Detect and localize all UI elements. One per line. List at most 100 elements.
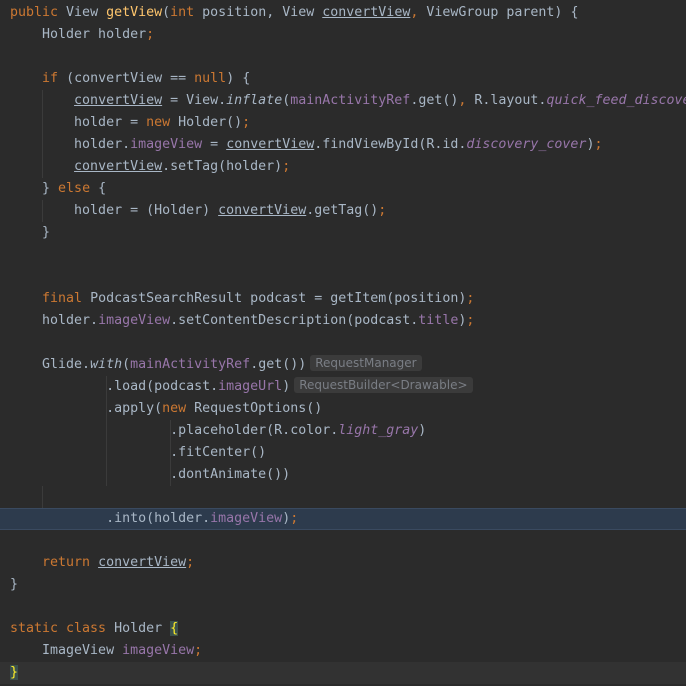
code-token: R.layout. xyxy=(474,93,547,108)
code-token: .findViewById(R.id. xyxy=(314,137,467,152)
code-token: Holder holder xyxy=(10,27,147,42)
code-token: ; xyxy=(466,291,475,306)
code-line[interactable]: Holder holder; xyxy=(0,24,686,46)
code-line[interactable]: .load(podcast.imageUrl) RequestBuilder<Dr… xyxy=(0,376,686,398)
code-token: ; xyxy=(290,511,299,526)
code-line[interactable]: holder.imageView.setContentDescription(p… xyxy=(0,310,686,332)
code-line[interactable]: .placeholder(R.color.light_gray) xyxy=(0,420,686,442)
code-text: .placeholder(R.color.light_gray) xyxy=(10,420,426,442)
code-line[interactable]: holder = new Holder(); xyxy=(0,112,686,134)
code-token: = View. xyxy=(162,93,227,108)
code-token: .into(holder. xyxy=(10,511,211,526)
code-line[interactable]: convertView = View.inflate(mainActivityR… xyxy=(0,90,686,112)
code-token: convertView xyxy=(74,159,163,174)
code-token: { xyxy=(170,621,179,636)
code-line[interactable]: } xyxy=(0,222,686,244)
code-text: .fitCenter() xyxy=(10,442,266,464)
code-token: title xyxy=(418,313,459,328)
code-token: null xyxy=(194,71,227,86)
code-token: holder. xyxy=(10,313,99,328)
code-line[interactable]: .into(holder.imageView); xyxy=(0,508,686,530)
code-token: new xyxy=(146,115,179,130)
code-line[interactable]: return convertView; xyxy=(0,552,686,574)
code-token: Holder() xyxy=(178,115,243,130)
code-token: RequestOptions() xyxy=(194,401,323,416)
code-token: quick_feed_discovery xyxy=(546,93,686,108)
code-line[interactable]: static class Holder { xyxy=(0,618,686,640)
code-token: ; xyxy=(242,115,251,130)
code-token: Glide. xyxy=(10,357,91,372)
code-token: convertView xyxy=(322,5,411,20)
code-text: } else { xyxy=(10,178,106,200)
code-token: { xyxy=(98,181,107,196)
code-line[interactable] xyxy=(0,596,686,618)
code-line[interactable] xyxy=(0,486,686,508)
code-token: mainActivityRef xyxy=(290,93,411,108)
code-token: } xyxy=(10,181,59,196)
code-line[interactable] xyxy=(0,244,686,266)
code-token: ; xyxy=(282,159,291,174)
code-token: ; xyxy=(594,137,603,152)
code-line[interactable]: } else { xyxy=(0,178,686,200)
code-line[interactable]: final PodcastSearchResult podcast = getI… xyxy=(0,288,686,310)
code-token: holder. xyxy=(10,137,131,152)
code-token: , xyxy=(410,5,427,20)
code-token: new xyxy=(162,401,195,416)
code-line[interactable]: if (convertView == null) { xyxy=(0,68,686,90)
code-text: .into(holder.imageView); xyxy=(10,509,298,529)
code-text: holder = (Holder) convertView.getTag(); xyxy=(10,200,386,222)
code-token: holder = xyxy=(10,115,147,130)
code-token: convertView xyxy=(218,203,307,218)
code-text: final PodcastSearchResult podcast = getI… xyxy=(10,288,474,310)
code-text: Holder holder; xyxy=(10,24,154,46)
code-token: ; xyxy=(186,555,195,570)
code-token: position, View xyxy=(202,5,323,20)
code-text: holder.imageView = convertView.findViewB… xyxy=(10,134,602,156)
code-token: getView xyxy=(106,5,163,20)
code-token: imageView xyxy=(210,511,283,526)
code-line[interactable]: } xyxy=(0,662,686,684)
code-line[interactable] xyxy=(0,46,686,68)
code-token: final xyxy=(42,291,91,306)
code-line[interactable] xyxy=(0,332,686,354)
code-token: mainActivityRef xyxy=(130,357,251,372)
type-hint: RequestManager xyxy=(310,355,422,371)
code-editor[interactable]: public View getView(int position, View c… xyxy=(0,0,686,686)
code-token: ; xyxy=(146,27,155,42)
code-text: Glide.with(mainActivityRef.get()) Request… xyxy=(10,354,422,376)
code-line[interactable]: .dontAnimate()) xyxy=(0,464,686,486)
code-token: .get() xyxy=(410,93,459,108)
code-line[interactable]: holder.imageView = convertView.findViewB… xyxy=(0,134,686,156)
code-line[interactable] xyxy=(0,530,686,552)
code-line[interactable]: ImageView imageView; xyxy=(0,640,686,662)
code-text: static class Holder { xyxy=(10,618,179,640)
code-token: Holder xyxy=(114,621,171,636)
code-token: ) xyxy=(418,423,427,438)
code-line[interactable]: .apply(new RequestOptions() xyxy=(0,398,686,420)
code-token: ) xyxy=(282,379,291,394)
code-text: convertView.setTag(holder); xyxy=(10,156,290,178)
code-text: } xyxy=(10,222,50,244)
code-token: = xyxy=(202,137,227,152)
code-token: static class xyxy=(10,621,115,636)
code-line[interactable]: } xyxy=(0,574,686,596)
code-line[interactable] xyxy=(0,266,686,288)
code-token: .fitCenter() xyxy=(10,445,267,460)
code-token: with xyxy=(90,357,123,372)
code-line[interactable]: public View getView(int position, View c… xyxy=(0,2,686,24)
code-token: holder = (Holder) xyxy=(10,203,219,218)
code-token: View xyxy=(66,5,107,20)
code-line[interactable]: convertView.setTag(holder); xyxy=(0,156,686,178)
indent-guide xyxy=(42,486,43,508)
code-text: .dontAnimate()) xyxy=(10,464,290,486)
code-token: imageView xyxy=(130,137,203,152)
code-line[interactable]: holder = (Holder) convertView.getTag(); xyxy=(0,200,686,222)
code-line[interactable]: .fitCenter() xyxy=(0,442,686,464)
code-text: convertView = View.inflate(mainActivityR… xyxy=(10,90,686,112)
code-token: } xyxy=(10,665,19,680)
code-text: return convertView; xyxy=(10,552,194,574)
code-token: ( xyxy=(162,5,171,20)
code-token: public xyxy=(10,5,67,20)
code-line[interactable]: Glide.with(mainActivityRef.get()) Request… xyxy=(0,354,686,376)
